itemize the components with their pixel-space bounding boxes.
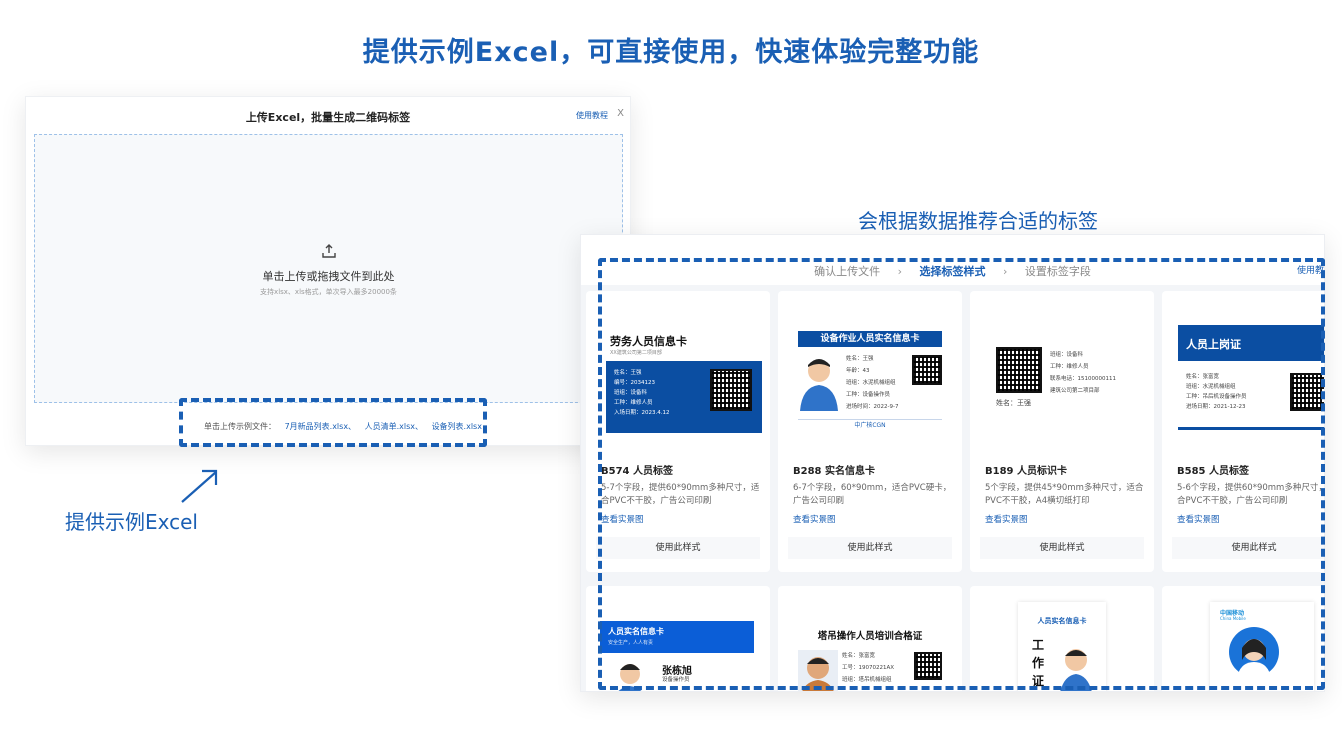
upload-icon [322,244,336,258]
caption-sample-excel: 提供示例Excel [65,510,198,534]
upload-dropzone[interactable]: 单击上传或拖拽文件到此处 支持xlsx、xls格式，单次导入最多20000条 [34,134,623,403]
dropzone-hint: 支持xlsx、xls格式，单次导入最多20000条 [260,288,397,296]
arrow-icon [181,469,218,503]
help-link[interactable]: 使用教程 [576,110,608,121]
headline: 提供示例Excel，可直接使用，快速体验完整功能 [362,37,980,68]
upload-dialog-title: 上传Excel，批量生成二维码标签 [245,111,411,124]
dropzone-label: 单击上传或拖拽文件到此处 [262,270,395,283]
close-icon[interactable]: X [617,108,624,119]
upload-dialog: 上传Excel，批量生成二维码标签 使用教程 X 单击上传或拖拽文件到此处 支持… [25,96,631,446]
highlight-box-templates [598,258,1325,690]
caption-recommend: 会根据数据推荐合适的标签 [858,209,1098,233]
highlight-box-samples [179,398,487,447]
